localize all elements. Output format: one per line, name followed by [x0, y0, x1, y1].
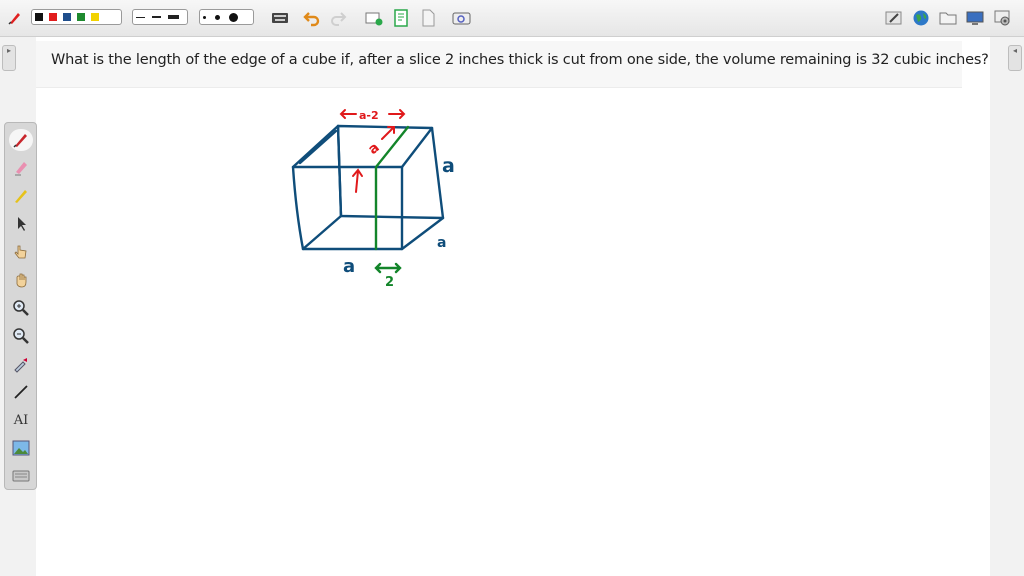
cube-front-face	[291, 165, 404, 251]
slice-width-label: 2	[385, 275, 394, 290]
keyboard-tool[interactable]	[9, 465, 33, 487]
pen-tool[interactable]	[9, 129, 33, 151]
eyedropper-icon	[14, 358, 27, 373]
depth-label-a: a	[437, 235, 446, 251]
zoom-in-icon	[13, 300, 29, 316]
highlighter-icon	[15, 162, 27, 176]
red-up-arrow	[352, 168, 363, 193]
cube-back-face	[336, 124, 445, 220]
top-dimension-label: a-2	[359, 109, 379, 122]
eyedropper-tool[interactable]	[9, 353, 33, 375]
hand-pointer-icon	[14, 245, 27, 259]
zoom-in-tool[interactable]	[9, 297, 33, 319]
line-icon	[14, 385, 28, 399]
zoom-out-icon	[13, 328, 29, 344]
hand-icon	[16, 273, 27, 288]
height-label-a: a	[442, 155, 455, 177]
pen-icon	[13, 134, 27, 148]
marker-icon	[15, 190, 27, 203]
slice-cut-line	[374, 125, 410, 274]
top-arrow-left	[339, 109, 357, 119]
top-arrow-right	[388, 109, 406, 119]
image-tool[interactable]	[9, 437, 33, 459]
pointer-icon	[18, 217, 26, 231]
hand-pointer-tool[interactable]	[9, 241, 33, 263]
keyboard-icon	[12, 470, 30, 482]
tool-palette: AI	[4, 122, 37, 490]
line-tool[interactable]	[9, 381, 33, 403]
text-tool[interactable]: AI	[9, 409, 33, 431]
image-icon	[12, 440, 30, 456]
width-label-a: a	[343, 256, 355, 277]
zoom-out-tool[interactable]	[9, 325, 33, 347]
depth-label: a	[365, 140, 383, 158]
marker-tool[interactable]	[9, 185, 33, 207]
pan-tool[interactable]	[9, 269, 33, 291]
eraser-tool[interactable]	[9, 157, 33, 179]
pointer-tool[interactable]	[9, 213, 33, 235]
red-diag-arrow	[381, 126, 395, 140]
slice-width-arrow	[374, 262, 402, 274]
cube-hidden-edge	[336, 124, 343, 218]
cube-top-left-edge	[298, 129, 338, 165]
cube-sketch: a-2 a a a a 2	[291, 109, 455, 290]
